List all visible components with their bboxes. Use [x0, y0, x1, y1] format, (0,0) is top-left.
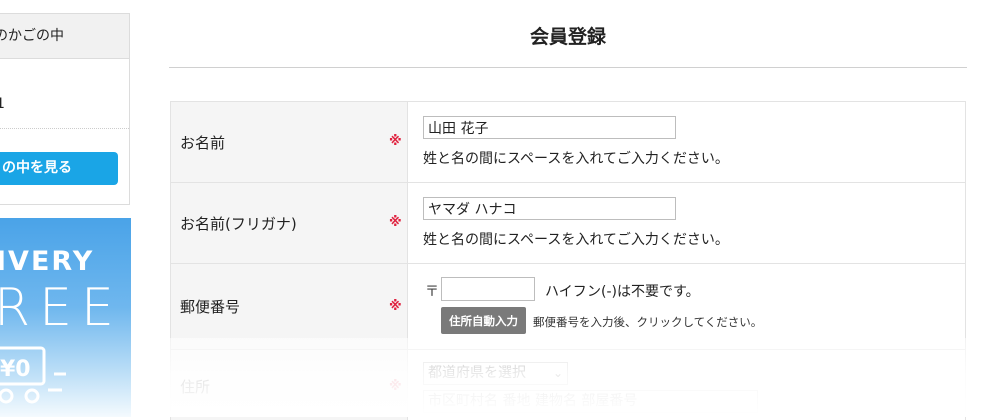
name-hint: 姓と名の間にスペースを入れてご入力ください。 — [423, 151, 729, 167]
value-cell: 姓と名の間にスペースを入れてご入力ください。 — [408, 183, 966, 263]
page-title: 会員登録 — [529, 26, 606, 48]
banner-free-text: REE — [0, 278, 123, 338]
sidebar: のかごの中 1 の中を見る IVERY REE ¥0 — [0, 0, 131, 417]
autofill-note: 郵便番号を入力後、クリックしてください。 — [533, 315, 763, 329]
required-mark: ※ — [389, 134, 402, 149]
form-row-address: 住所 ※ 都道府県を選択 ⌄ 市区町村名 番地 建物名 部屋番号 — [170, 350, 966, 420]
address-autofill-button[interactable]: 住所自動入力 — [441, 307, 526, 334]
title-divider — [169, 67, 967, 68]
required-mark: ※ — [389, 299, 402, 314]
value-cell: 都道府県を選択 ⌄ 市区町村名 番地 建物名 部屋番号 — [408, 350, 966, 420]
kana-hint: 姓と名の間にスペースを入れてご入力ください。 — [423, 232, 729, 248]
kana-input[interactable] — [423, 197, 676, 220]
label-cell: 住所 ※ — [170, 350, 408, 420]
required-mark: ※ — [389, 215, 402, 230]
cart-count: 1 — [0, 96, 5, 112]
cart-divider — [0, 128, 129, 129]
view-cart-button[interactable]: の中を見る — [0, 152, 118, 185]
postal-mark: 〒 — [425, 284, 439, 300]
form-row-postal: 郵便番号 ※ 〒 ハイフン(-)は不要です。 住所自動入力 郵便番号を入力後、ク… — [170, 264, 966, 350]
form-row-name: お名前 ※ 姓と名の間にスペースを入れてご入力ください。 — [170, 102, 966, 183]
truck-icon: ¥0 — [0, 346, 66, 404]
chevron-down-icon: ⌄ — [552, 366, 563, 380]
cart-title: のかごの中 — [0, 28, 64, 44]
name-label: お名前 — [180, 134, 226, 152]
registration-form: お名前 ※ 姓と名の間にスペースを入れてご入力ください。 お名前(フリガナ) ※… — [170, 101, 966, 420]
address-label: 住所 — [180, 378, 211, 396]
required-mark: ※ — [389, 379, 402, 394]
label-cell: お名前(フリガナ) ※ — [170, 183, 408, 263]
value-cell: 姓と名の間にスペースを入れてご入力ください。 — [408, 102, 966, 182]
cart-box: のかごの中 1 の中を見る — [0, 13, 130, 205]
city-input[interactable]: 市区町村名 番地 建物名 部屋番号 — [423, 390, 758, 413]
label-cell: お名前 ※ — [170, 102, 408, 182]
city-placeholder: 市区町村名 番地 建物名 部屋番号 — [428, 393, 638, 409]
kana-label: お名前(フリガナ) — [180, 215, 297, 233]
prefecture-placeholder: 都道府県を選択 — [428, 365, 526, 381]
postal-code-input[interactable] — [441, 277, 535, 301]
free-delivery-banner[interactable]: IVERY REE ¥0 — [0, 218, 131, 417]
prefecture-select[interactable]: 都道府県を選択 ⌄ — [423, 362, 568, 385]
form-row-kana: お名前(フリガナ) ※ 姓と名の間にスペースを入れてご入力ください。 — [170, 183, 966, 264]
label-cell: 郵便番号 ※ — [170, 264, 408, 349]
postal-label: 郵便番号 — [180, 298, 241, 316]
banner-heading: IVERY — [0, 246, 95, 277]
cart-header: のかごの中 — [0, 14, 129, 59]
banner-price: ¥0 — [0, 357, 31, 382]
name-input[interactable] — [423, 116, 676, 139]
value-cell: 〒 ハイフン(-)は不要です。 住所自動入力 郵便番号を入力後、クリックしてくだ… — [408, 264, 966, 349]
postal-note: ハイフン(-)は不要です。 — [545, 284, 700, 300]
